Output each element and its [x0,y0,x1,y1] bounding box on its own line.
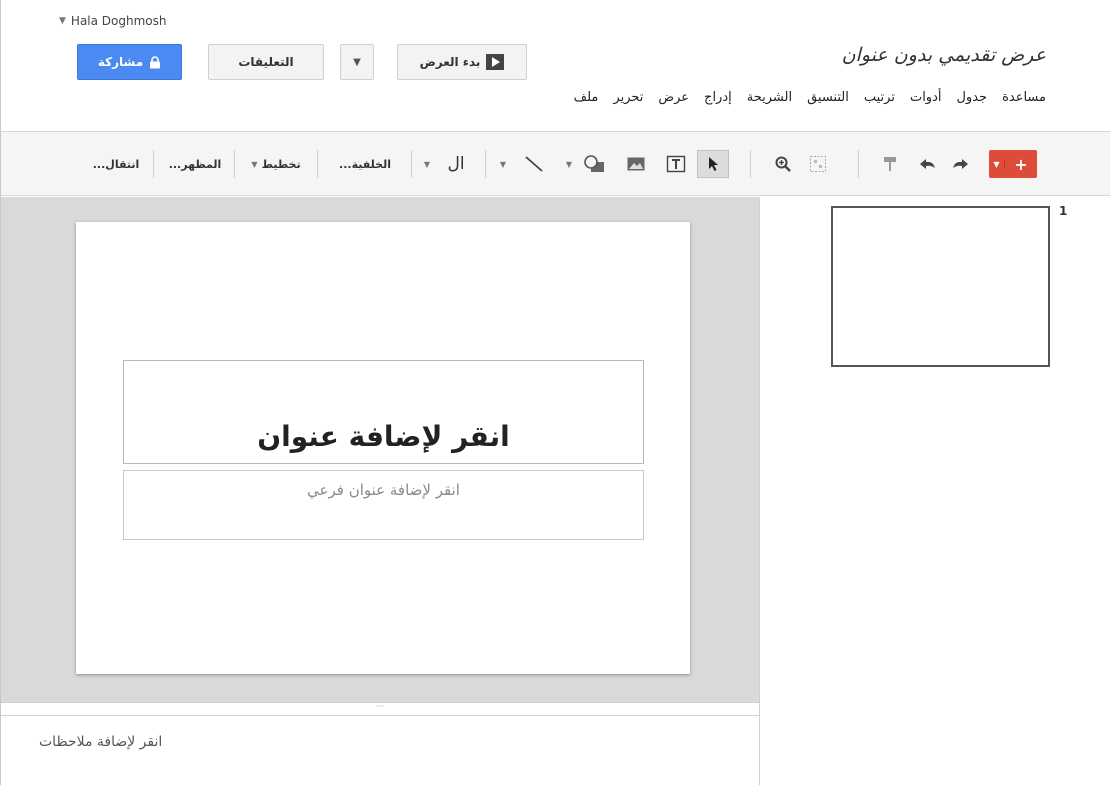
transition-button[interactable]: انتقال... [83,150,149,178]
line-tool-button[interactable] [517,150,551,178]
paint-format-button[interactable] [876,150,904,178]
document-title[interactable]: عرض تقديمي بدون عنوان [842,44,1046,66]
notes-placeholder: انقر لإضافة ملاحظات [39,734,163,750]
subtitle-placeholder-text: انقر لإضافة عنوان فرعي [307,481,460,499]
chevron-down-icon[interactable]: ▼ [989,159,1005,169]
toolbar-separator [750,150,751,178]
background-button[interactable]: الخلفية... [324,150,406,178]
present-options-button[interactable]: ▼ [340,44,374,80]
toolbar-separator [411,150,412,178]
theme-button[interactable]: المظهر... [161,150,229,178]
zoom-button[interactable] [769,150,797,178]
slide-thumbnail[interactable] [831,206,1050,367]
menu-bar: ملف تحرير عرض إدراج الشريحة التنسيق ترتي… [574,90,1046,105]
speaker-notes[interactable]: انقر لإضافة ملاحظات [1,716,759,785]
textbox-icon [666,155,686,173]
paint-format-icon [884,157,896,171]
share-button[interactable]: مشاركة [77,44,182,80]
menu-format[interactable]: التنسيق [807,90,849,105]
zoom-icon [775,156,791,172]
toolbar: + ▼ ▼ ▼ ال ▼ الخلفية... تخطيط ▼ المظهر..… [1,131,1110,196]
account-menu[interactable]: ▼ Hala Doghmosh [59,14,167,28]
image-icon [627,157,645,171]
slide-filmstrip: 1 [759,197,1110,785]
account-name: Hala Doghmosh [70,14,167,28]
present-button[interactable]: بدء العرض [397,44,527,80]
toolbar-separator [234,150,235,178]
menu-table[interactable]: جدول [956,90,987,105]
textbox-tool-button[interactable] [661,150,691,178]
present-label: بدء العرض [419,55,481,69]
toolbar-separator [153,150,154,178]
chevron-down-icon[interactable]: ▼ [421,150,433,178]
slide-number: 1 [1059,204,1068,218]
lock-icon [150,55,161,68]
chevron-down-icon[interactable]: ▼ [497,150,509,178]
menu-arrange[interactable]: ترتيب [864,90,895,105]
subtitle-placeholder[interactable]: انقر لإضافة عنوان فرعي [123,470,644,540]
select-tool-button[interactable] [697,150,729,178]
shape-icon [584,155,604,172]
menu-view[interactable]: عرض [658,90,689,105]
chevron-down-icon: ▼ [251,159,258,169]
layout-button[interactable]: تخطيط ▼ [241,150,311,178]
chevron-down-icon: ▼ [59,16,66,26]
play-icon [486,54,505,70]
chevron-down-icon[interactable]: ▼ [563,150,575,178]
redo-icon [953,159,968,169]
toolbar-separator [317,150,318,178]
image-tool-button[interactable] [621,150,651,178]
comments-button[interactable]: التعليقات [208,44,324,80]
notes-resize-handle[interactable]: ··· [1,702,759,716]
redo-button[interactable] [946,150,974,178]
undo-icon [920,159,935,169]
select-icon [709,157,718,171]
title-placeholder-text: انقر لإضافة عنوان [257,420,510,453]
select-all-icon [810,156,826,172]
menu-insert[interactable]: إدراج [704,90,732,105]
menu-tools[interactable]: أدوات [910,90,942,105]
new-slide-button[interactable]: + ▼ [989,150,1037,178]
toolbar-separator [485,150,486,178]
line-icon [525,156,543,172]
shape-tool-button[interactable] [577,150,611,178]
title-placeholder[interactable]: انقر لإضافة عنوان [123,360,644,464]
slide-canvas-area: انقر لإضافة عنوان انقر لإضافة عنوان فرعي [1,197,759,702]
slide-canvas[interactable]: انقر لإضافة عنوان انقر لإضافة عنوان فرعي [76,222,690,674]
comments-label: التعليقات [238,55,294,69]
undo-button[interactable] [914,150,942,178]
menu-help[interactable]: مساعدة [1002,90,1046,105]
select-all-button[interactable] [804,150,832,178]
layout-label: تخطيط [261,157,301,171]
menu-slide[interactable]: الشريحة [747,90,792,105]
slides-app: ▼ Hala Doghmosh عرض تقديمي بدون عنوان مل… [0,0,1110,785]
plus-icon: + [1014,154,1028,174]
chevron-down-icon: ▼ [353,56,361,68]
line-style-label[interactable]: ال [441,150,471,178]
menu-file[interactable]: ملف [574,90,599,105]
toolbar-separator [858,150,859,178]
menu-edit[interactable]: تحرير [613,90,643,105]
share-label: مشاركة [97,55,144,69]
